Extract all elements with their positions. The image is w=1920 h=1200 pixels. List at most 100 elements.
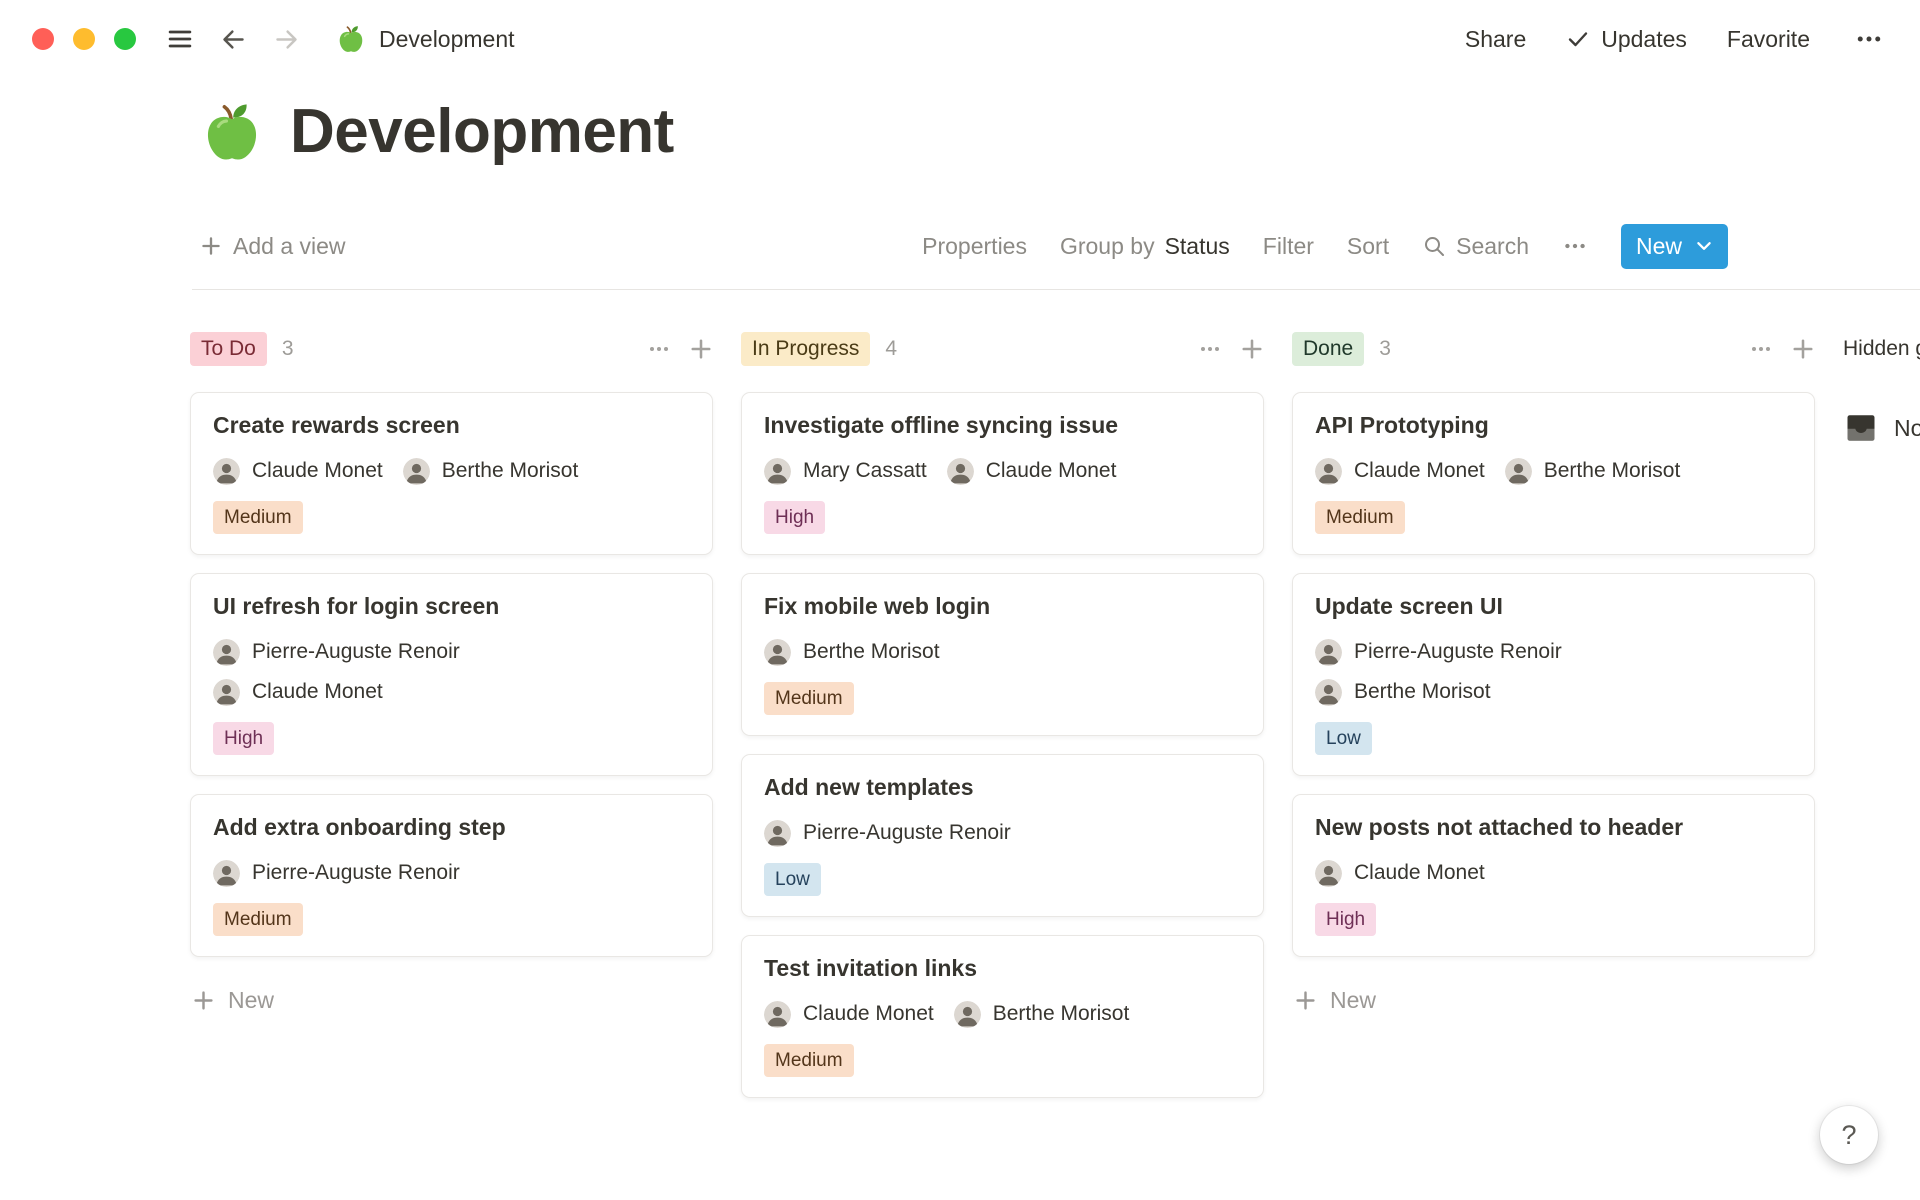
assignee: Pierre-Auguste Renoir — [1315, 639, 1562, 666]
add-card-label: New — [228, 987, 274, 1014]
card[interactable]: API Prototyping Claude Monet Berthe Mori… — [1292, 392, 1815, 555]
assignee-row: Claude Monet — [1315, 860, 1792, 887]
card-title: New posts not attached to header — [1315, 813, 1792, 843]
assignee: Pierre-Auguste Renoir — [764, 820, 1011, 847]
card-title: Add new templates — [764, 773, 1241, 803]
assignee: Claude Monet — [213, 458, 383, 485]
group-count: 4 — [885, 337, 897, 361]
sort-button[interactable]: Sort — [1347, 233, 1389, 260]
card-title: Create rewards screen — [213, 411, 690, 441]
group-label[interactable]: To Do — [190, 332, 267, 365]
assignee-row: Pierre-Auguste Renoir — [213, 639, 690, 666]
group-label[interactable]: In Progress — [741, 332, 870, 365]
column-in-progress: In Progress 4 Investigate offline syncin… — [741, 332, 1264, 1098]
add-card-button[interactable]: New — [190, 983, 276, 1018]
group-label[interactable]: Done — [1292, 332, 1364, 365]
add-view-button[interactable]: Add a view — [200, 233, 346, 260]
ellipsis-icon — [1198, 337, 1222, 361]
plus-icon — [689, 337, 713, 361]
avatar-icon — [1315, 458, 1342, 485]
page-icon[interactable] — [200, 100, 264, 164]
ellipsis-icon — [1749, 337, 1773, 361]
group-add-card-button[interactable] — [1791, 337, 1815, 361]
search-button[interactable]: Search — [1422, 233, 1529, 260]
assignee-name: Claude Monet — [986, 459, 1117, 483]
card[interactable]: New posts not attached to header Claude … — [1292, 794, 1815, 957]
assignee-name: Pierre-Auguste Renoir — [252, 640, 460, 664]
updates-label: Updates — [1601, 26, 1687, 53]
assignee: Claude Monet — [1315, 458, 1485, 485]
card[interactable]: Create rewards screen Claude Monet Berth… — [190, 392, 713, 555]
priority-row: High — [764, 501, 1241, 534]
group-by-button[interactable]: Group by Status — [1060, 233, 1230, 260]
page-header: Development — [200, 96, 1920, 167]
assignee-name: Claude Monet — [803, 1002, 934, 1026]
hidden-groups-label[interactable]: Hidden groups — [1843, 332, 1920, 366]
assignee-row: Claude Monet Berthe Morisot — [1315, 458, 1792, 485]
add-card-button[interactable]: New — [1292, 983, 1378, 1018]
share-button[interactable]: Share — [1465, 26, 1526, 53]
toolbar-divider — [192, 289, 1920, 290]
new-button[interactable]: New — [1621, 224, 1728, 269]
kanban-board: To Do 3 Create rewards screen Claude Mon… — [0, 332, 1920, 1098]
properties-button[interactable]: Properties — [922, 233, 1027, 260]
menu-icon — [166, 25, 194, 53]
assignee: Berthe Morisot — [1505, 458, 1681, 485]
filter-button[interactable]: Filter — [1263, 233, 1314, 260]
arrow-right-icon — [273, 26, 300, 53]
assignee-name: Claude Monet — [252, 680, 383, 704]
more-options-button[interactable] — [1850, 20, 1888, 58]
assignee: Mary Cassatt — [764, 458, 927, 485]
column-actions — [1749, 337, 1815, 361]
view-options: Properties Group by Status Filter Sort S… — [922, 224, 1728, 269]
sidebar-menu-button[interactable] — [162, 21, 198, 57]
group-more-button[interactable] — [647, 337, 671, 361]
priority-row: Medium — [1315, 501, 1792, 534]
ellipsis-icon — [1854, 24, 1884, 54]
page-emoji-icon — [336, 24, 366, 54]
search-label: Search — [1456, 233, 1529, 260]
priority-row: High — [213, 722, 690, 755]
view-toolbar: Add a view Properties Group by Status Fi… — [0, 223, 1920, 269]
group-more-button[interactable] — [1749, 337, 1773, 361]
assignee-row: Berthe Morisot — [1315, 679, 1792, 706]
card[interactable]: Test invitation links Claude Monet Berth… — [741, 935, 1264, 1098]
help-button[interactable]: ? — [1820, 1106, 1878, 1164]
card[interactable]: Add extra onboarding step Pierre-Auguste… — [190, 794, 713, 957]
column-to-do: To Do 3 Create rewards screen Claude Mon… — [190, 332, 713, 1018]
inbox-icon — [1843, 410, 1879, 446]
assignee-name: Pierre-Auguste Renoir — [252, 861, 460, 885]
hidden-groups-section: Hidden groups No Status — [1843, 332, 1920, 446]
card[interactable]: UI refresh for login screen Pierre-Augus… — [190, 573, 713, 776]
card[interactable]: Investigate offline syncing issue Mary C… — [741, 392, 1264, 555]
breadcrumb[interactable]: Development — [336, 24, 515, 54]
group-add-card-button[interactable] — [1240, 337, 1264, 361]
group-more-button[interactable] — [1198, 337, 1222, 361]
updates-button[interactable]: Updates — [1566, 26, 1687, 53]
plus-icon — [200, 235, 222, 257]
card[interactable]: Update screen UI Pierre-Auguste Renoir B… — [1292, 573, 1815, 776]
card[interactable]: Fix mobile web login Berthe Morisot Medi… — [741, 573, 1264, 736]
priority-tag: Medium — [213, 501, 303, 534]
priority-tag: Medium — [213, 903, 303, 936]
arrow-left-icon — [220, 26, 247, 53]
priority-tag: High — [1315, 903, 1376, 936]
view-more-button[interactable] — [1562, 233, 1588, 259]
close-window-button[interactable] — [32, 28, 54, 50]
hidden-group-no-status[interactable]: No Status — [1843, 410, 1920, 446]
assignee-name: Berthe Morisot — [1544, 459, 1681, 483]
card[interactable]: Add new templates Pierre-Auguste Renoir … — [741, 754, 1264, 917]
minimize-window-button[interactable] — [73, 28, 95, 50]
avatar-icon — [213, 860, 240, 887]
assignee-name: Berthe Morisot — [442, 459, 579, 483]
priority-row: Medium — [213, 903, 690, 936]
favorite-button[interactable]: Favorite — [1727, 26, 1810, 53]
group-add-card-button[interactable] — [689, 337, 713, 361]
chevron-down-icon — [1695, 237, 1713, 255]
zoom-window-button[interactable] — [114, 28, 136, 50]
add-view-label: Add a view — [233, 233, 346, 260]
add-card-label: New — [1330, 987, 1376, 1014]
back-button[interactable] — [216, 22, 251, 57]
ellipsis-icon — [1562, 233, 1588, 259]
forward-button[interactable] — [269, 22, 304, 57]
